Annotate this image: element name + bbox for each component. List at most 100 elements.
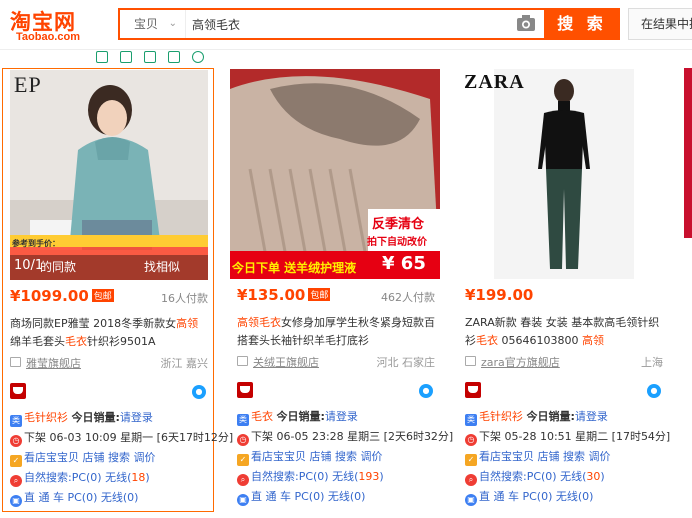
price-row: ¥199.00: [465, 286, 663, 308]
shop-icon: [465, 356, 476, 366]
product-title[interactable]: ZARA新款 春装 女装 基本款高毛领针织衫毛衣 05646103800 高领: [465, 314, 663, 350]
search-scope-select[interactable]: 宝贝 ⌄: [120, 10, 186, 38]
direct-train-row: ▣ 直 通 车 PC(0) 无线(0): [465, 488, 673, 506]
listing-row: ◷ 下架 05-28 10:51 星期二 [17时54分]: [465, 428, 673, 446]
tmall-icon[interactable]: [10, 383, 26, 399]
image-brand-text: ZARA: [464, 71, 525, 93]
direct-train-row: ▣ 直 通 车 PC(0) 无线(0): [10, 489, 218, 507]
same-style-button[interactable]: 的同款: [40, 258, 76, 275]
share-icon[interactable]: [168, 51, 180, 63]
sold-count: 16人付款: [161, 292, 208, 305]
category-link[interactable]: 毛针织衫: [24, 411, 68, 424]
shop-link[interactable]: 关绒王旗舰店: [237, 354, 319, 370]
sale-badge-text: 反季清仓: [372, 217, 425, 232]
badge-row: ●: [465, 382, 663, 400]
car-icon: ▣: [10, 495, 22, 507]
shop-row: 雅莹旗舰店 浙江 嘉兴: [10, 355, 208, 371]
sold-count: 462人付款: [381, 291, 435, 304]
listing-row: ◷ 下架 06-03 10:09 星期一 [6天17时12分]: [10, 429, 233, 447]
find-similar-button[interactable]: 找相似: [144, 258, 180, 275]
shop-link[interactable]: 雅莹旗舰店: [10, 355, 81, 371]
tmall-icon[interactable]: [237, 382, 253, 398]
check-icon: ✓: [237, 454, 249, 466]
check-icon: ✓: [465, 454, 477, 466]
location: 浙江 嘉兴: [160, 357, 209, 370]
price: ¥199.00: [465, 286, 534, 304]
search-box: 宝贝 ⌄ 搜 索: [118, 8, 620, 40]
search-scope-label: 宝贝: [134, 17, 159, 31]
product-card[interactable]: ZARA ¥199.00 ZARA新款 春装 女装 基本款高毛领针织衫毛衣 05…: [458, 68, 670, 512]
search-traffic-icon: ⌕: [465, 474, 477, 486]
product-card[interactable]: 反季清仓 拍下自动改价 ¥ 65 今日下单 送羊绒护理液 ¥135.00 包邮 4…: [230, 68, 453, 512]
product-title[interactable]: 商场同款EP雅莹 2018冬季新款女高领绵羊毛套头毛衣针织衫9501A: [10, 315, 208, 351]
image-page-indicator: 10/1: [14, 258, 44, 273]
natural-search-row: ⌕ 自然搜索:PC(0) 无线(30): [465, 468, 673, 486]
free-shipping-badge: 包邮: [91, 289, 114, 302]
next-product-image-edge[interactable]: [684, 68, 692, 238]
image-promo-text: 参考到手价：: [12, 239, 60, 248]
banner-text: 今日下单 送羊绒护理液: [232, 261, 357, 275]
category-link[interactable]: 毛衣: [251, 410, 273, 423]
login-link[interactable]: 请登录: [325, 410, 358, 423]
clock-icon: ◷: [10, 435, 22, 447]
wangwang-chat-icon[interactable]: ●: [647, 384, 661, 398]
copy-icon[interactable]: [96, 51, 108, 63]
product-image[interactable]: ZARA: [458, 69, 666, 279]
image-brand-text: EP: [14, 72, 42, 97]
badge-row: ●: [237, 382, 435, 400]
price-row: ¥1099.00 包邮 16人付款: [10, 287, 208, 309]
expand-icon[interactable]: [120, 51, 132, 63]
login-link[interactable]: 请登录: [120, 411, 153, 424]
shop-tools-row: ✓ 看店宝宝贝 店铺 搜索 调价: [465, 448, 673, 466]
save-icon[interactable]: [144, 51, 156, 63]
shop-tools-links[interactable]: 看店宝宝贝 店铺 搜索 调价: [251, 450, 383, 463]
car-icon: ▣: [237, 494, 249, 506]
wangwang-chat-icon[interactable]: ●: [192, 385, 206, 399]
price: ¥1099.00 包邮: [10, 287, 114, 305]
price-row: ¥135.00 包邮 462人付款: [237, 286, 435, 308]
chevron-down-icon: ⌄: [168, 18, 177, 29]
clock-icon: ◷: [237, 434, 249, 446]
wangwang-chat-icon[interactable]: ●: [419, 384, 433, 398]
product-card[interactable]: EP 参考到手价： 10/1 的同款 找相似 ¥1099.00 包邮 16人付款 …: [2, 68, 233, 512]
clock-icon: ◷: [465, 434, 477, 446]
logo-english-text: Taobao.com: [16, 31, 80, 43]
settings-icon[interactable]: [192, 51, 204, 63]
search-traffic-icon: ⌕: [237, 474, 249, 486]
category-icon: 类: [465, 414, 477, 426]
search-in-results-button[interactable]: 在结果中搜: [628, 8, 692, 40]
tmall-icon[interactable]: [465, 382, 481, 398]
taobao-logo[interactable]: 淘宝网 Taobao.com: [10, 6, 100, 44]
listing-row: ◷ 下架 06-05 23:28 星期三 [2天6时32分]: [237, 428, 453, 446]
natural-search-row: ⌕ 自然搜索:PC(0) 无线(193): [237, 468, 445, 486]
category-row: 类毛衣 今日销量:请登录: [237, 410, 358, 426]
location: 上海: [641, 356, 663, 369]
category-row: 类毛针织衫 今日销量:请登录: [465, 410, 608, 426]
car-icon: ▣: [465, 494, 477, 506]
top-search-bar: 淘宝网 Taobao.com 宝贝 ⌄ 搜 索 在结果中搜: [0, 0, 692, 50]
category-icon: 类: [237, 414, 249, 426]
shop-tools-row: ✓ 看店宝宝贝 店铺 搜索 调价: [237, 448, 445, 466]
shop-icon: [10, 357, 21, 367]
camera-icon[interactable]: [516, 14, 536, 32]
shop-tools-links[interactable]: 看店宝宝贝 店铺 搜索 调价: [479, 450, 611, 463]
search-input[interactable]: [192, 10, 532, 38]
product-image[interactable]: EP 参考到手价： 10/1 的同款 找相似: [10, 70, 208, 280]
location: 河北 石家庄: [376, 356, 436, 369]
shop-row: 关绒王旗舰店 河北 石家庄: [237, 354, 435, 370]
product-title[interactable]: 高领毛衣女修身加厚学生秋冬紧身短款百搭套头长袖针织羊毛打底衫: [237, 314, 435, 350]
category-link[interactable]: 毛针织衫: [479, 410, 523, 423]
category-icon: 类: [10, 415, 22, 427]
shop-link[interactable]: zara官方旗舰店: [465, 354, 560, 370]
free-shipping-badge: 包邮: [308, 288, 331, 301]
check-icon: ✓: [10, 455, 22, 467]
shop-tools-links[interactable]: 看店宝宝贝 店铺 搜索 调价: [24, 451, 156, 464]
product-image[interactable]: 反季清仓 拍下自动改价 ¥ 65 今日下单 送羊绒护理液: [230, 69, 440, 279]
search-button[interactable]: 搜 索: [544, 8, 620, 40]
shop-row: zara官方旗舰店 上海: [465, 354, 663, 370]
category-row: 类毛针织衫 今日销量:请登录: [10, 411, 153, 427]
badge-row: ●: [10, 383, 208, 401]
login-link[interactable]: 请登录: [575, 410, 608, 423]
shop-tools-row: ✓ 看店宝宝贝 店铺 搜索 调价: [10, 449, 218, 467]
natural-search-row: ⌕ 自然搜索:PC(0) 无线(18): [10, 469, 218, 487]
